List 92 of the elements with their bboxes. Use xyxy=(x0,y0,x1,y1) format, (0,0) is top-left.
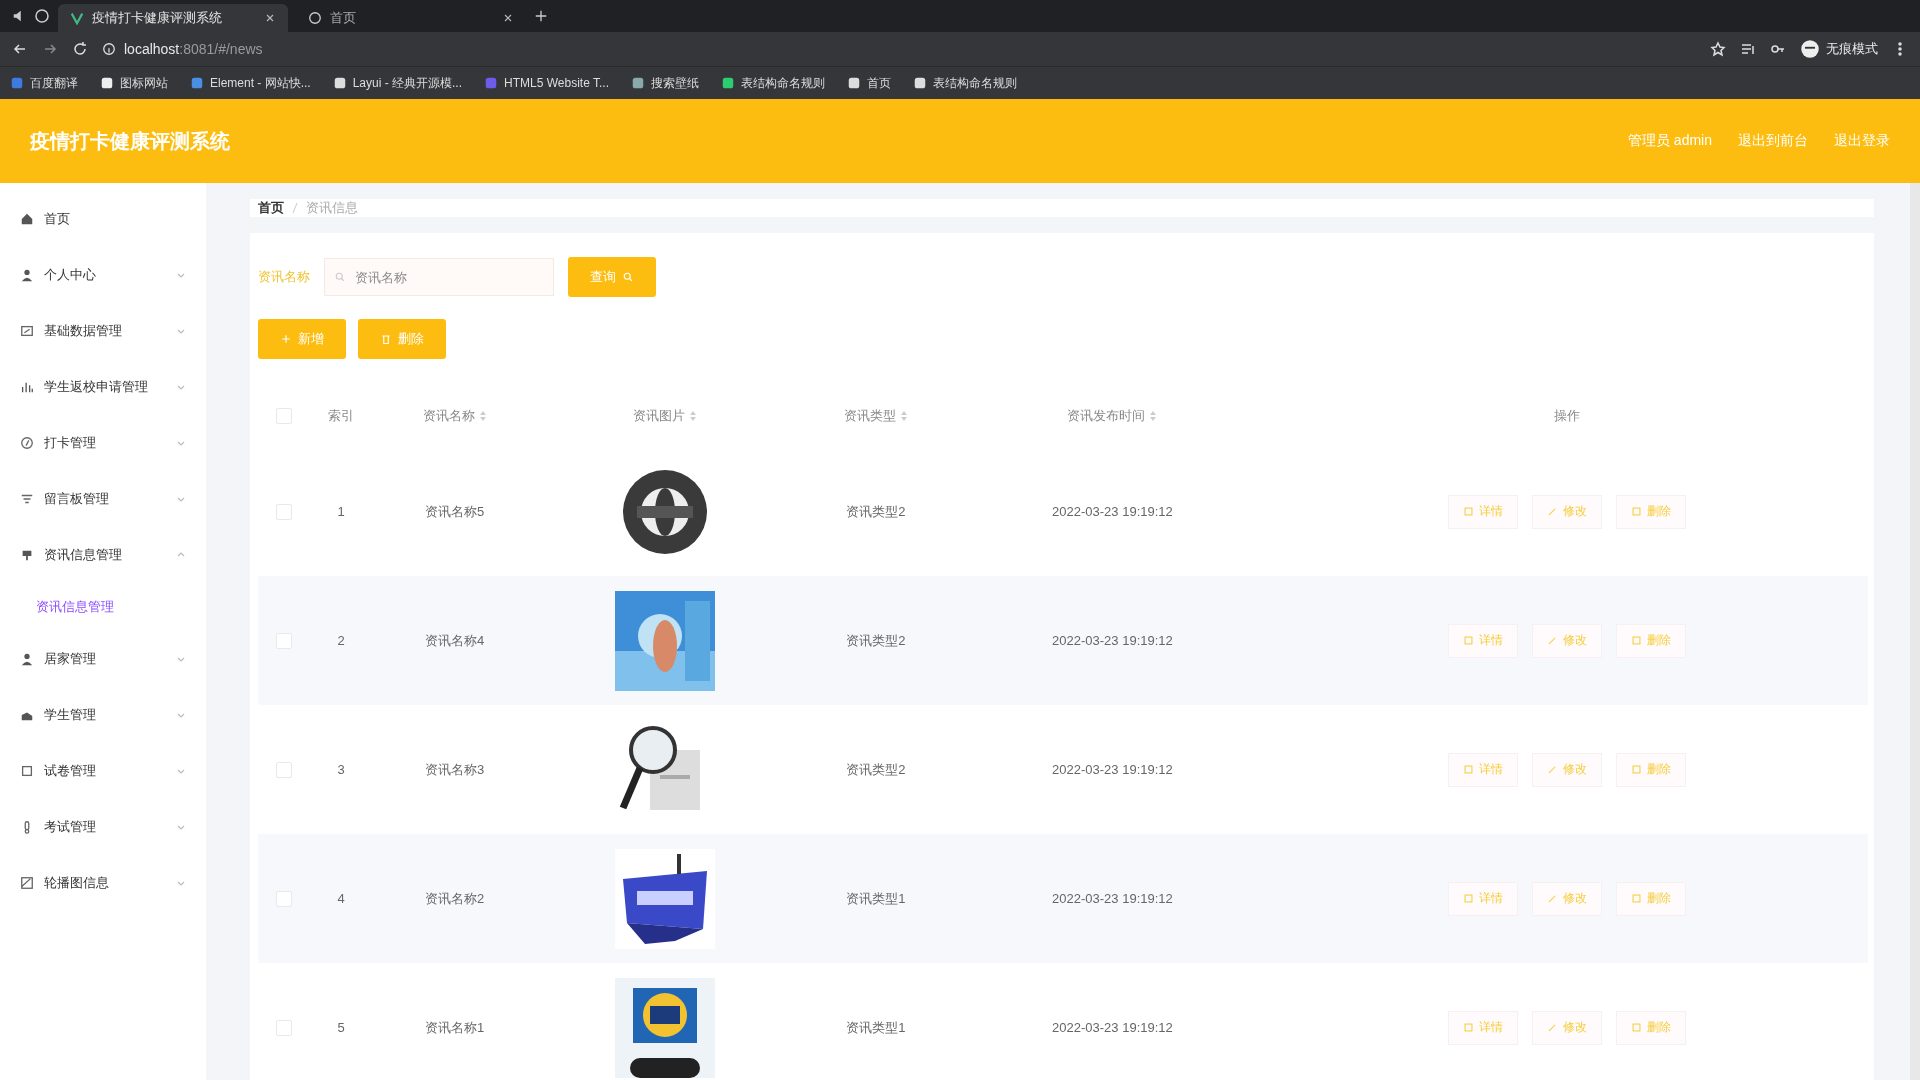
table-cell: 资讯名称1 xyxy=(372,963,538,1080)
bookmark[interactable]: 首页 xyxy=(847,74,891,92)
person-icon xyxy=(20,268,34,282)
table-cell: 2022-03-23 19:19:12 xyxy=(958,834,1267,963)
sidebar-item[interactable]: 首页 xyxy=(0,191,206,247)
bar-chart-icon xyxy=(20,380,34,394)
table-cell: 资讯类型2 xyxy=(793,447,959,576)
sidebar-item[interactable]: 留言板管理 xyxy=(0,471,206,527)
table-cell: 资讯名称2 xyxy=(372,834,538,963)
scrollbar[interactable] xyxy=(1910,183,1920,1080)
table-cell: 资讯类型2 xyxy=(793,576,959,705)
bookmark[interactable]: 搜索壁纸 xyxy=(631,74,699,92)
bookmark-icon xyxy=(631,76,645,90)
compass-icon xyxy=(20,436,34,450)
bookmark-icon xyxy=(100,76,114,90)
column-header[interactable]: 资讯类型 xyxy=(843,407,896,425)
table-cell: 2022-03-23 19:19:12 xyxy=(958,447,1267,576)
sidebar-item[interactable]: 试卷管理 xyxy=(0,743,206,799)
card-icon xyxy=(20,324,34,338)
table-cell: 5 xyxy=(310,963,372,1080)
bookmark[interactable]: 图标网站 xyxy=(100,74,168,92)
search-field[interactable]: 资讯名称 xyxy=(324,258,554,296)
bookmark-icon xyxy=(332,76,347,90)
star-icon xyxy=(1710,41,1726,57)
bookmark-icon xyxy=(190,76,204,90)
sidebar-item[interactable]: 学生返校申请管理 xyxy=(0,359,206,415)
bookmark-icon xyxy=(721,76,735,90)
bookmark[interactable]: Element - 网站快... xyxy=(190,74,311,92)
table-cell: 资讯类型1 xyxy=(793,963,959,1080)
table-cell: 2022-03-23 19:19:12 xyxy=(958,705,1267,834)
sidebar-item[interactable]: 个人中心 xyxy=(0,247,206,303)
column-header: 索引 xyxy=(328,407,354,425)
close-icon xyxy=(264,12,276,24)
address-bar[interactable]: localhost:8081/#/news xyxy=(102,41,1696,57)
user-label: 管理员 admin xyxy=(1627,132,1712,150)
sort-icon[interactable] xyxy=(1149,410,1158,422)
bookmark[interactable]: 百度翻译 xyxy=(10,74,78,92)
home-icon xyxy=(20,212,34,226)
table-cell: 资讯名称3 xyxy=(372,705,538,834)
bookmark[interactable]: 表结构命名规则 xyxy=(913,74,1017,92)
bookmark[interactable]: 表结构命名规则 xyxy=(721,74,825,92)
table-cell: 2 xyxy=(310,576,372,705)
table-cell: 3 xyxy=(310,705,372,834)
plus-icon xyxy=(534,9,548,23)
filter-icon xyxy=(20,492,34,506)
column-header: 操作 xyxy=(1554,407,1581,425)
bookmark[interactable]: HTML5 Website T... xyxy=(484,76,609,90)
square-icon xyxy=(20,764,34,778)
sort-icon[interactable] xyxy=(899,410,908,422)
app-title: 疫情打卡健康评测系统 xyxy=(30,128,231,154)
breadcrumb-item[interactable]: 首页 xyxy=(258,199,284,217)
table-cell: 1 xyxy=(310,447,372,576)
search-icon xyxy=(622,271,634,283)
table-cell: 4 xyxy=(310,834,372,963)
sidebar-item[interactable]: 考试管理 xyxy=(0,799,206,855)
stamp-icon xyxy=(20,548,34,562)
browser-tab[interactable]: 首页 xyxy=(296,4,526,32)
separator-icon xyxy=(292,202,298,214)
bookmark-icon xyxy=(913,76,927,90)
column-header[interactable]: 资讯发布时间 xyxy=(1067,407,1146,425)
person-icon xyxy=(20,652,34,666)
sidebar-item[interactable]: 学生管理 xyxy=(0,687,206,743)
profile-button[interactable]: 无痕模式 xyxy=(1800,39,1878,59)
breadcrumb-item: 资讯信息 xyxy=(306,199,358,217)
table-cell: 2022-03-23 19:19:12 xyxy=(958,963,1267,1080)
bookmark-icon xyxy=(10,76,24,90)
column-header[interactable]: 资讯图片 xyxy=(633,407,686,425)
sidebar-subitem[interactable]: 资讯信息管理 xyxy=(0,583,206,631)
close-icon xyxy=(502,12,514,24)
sidebar-item[interactable]: 轮播图信息 xyxy=(0,855,206,911)
table-cell: 资讯类型1 xyxy=(793,834,959,963)
browser-tab[interactable]: 疫情打卡健康评测系统 xyxy=(58,4,288,32)
reload-icon xyxy=(72,41,88,57)
table-cell: 资讯名称5 xyxy=(372,447,538,576)
table-cell: 资讯类型2 xyxy=(793,705,959,834)
bookmark[interactable]: Layui - 经典开源模... xyxy=(332,74,463,92)
bookmark-icon xyxy=(847,76,861,90)
info-icon xyxy=(102,42,116,56)
table-cell: 资讯名称4 xyxy=(372,576,538,705)
sidebar-item[interactable]: 打卡管理 xyxy=(0,415,206,471)
search-label: 资讯名称 xyxy=(258,268,310,286)
playlist-icon xyxy=(1740,41,1756,57)
sidebar-item[interactable]: 居家管理 xyxy=(0,631,206,687)
v-logo-icon xyxy=(70,11,84,25)
column-header[interactable]: 资讯名称 xyxy=(422,407,475,425)
bookmark-icon xyxy=(484,76,499,90)
plus-icon xyxy=(280,333,292,345)
table-cell: 2022-03-23 19:19:12 xyxy=(958,576,1267,705)
sort-icon[interactable] xyxy=(478,410,487,422)
sort-icon[interactable] xyxy=(689,410,698,422)
sidebar-item[interactable]: 资讯信息管理 xyxy=(0,527,206,583)
sidebar-item[interactable]: 基础数据管理 xyxy=(0,303,206,359)
